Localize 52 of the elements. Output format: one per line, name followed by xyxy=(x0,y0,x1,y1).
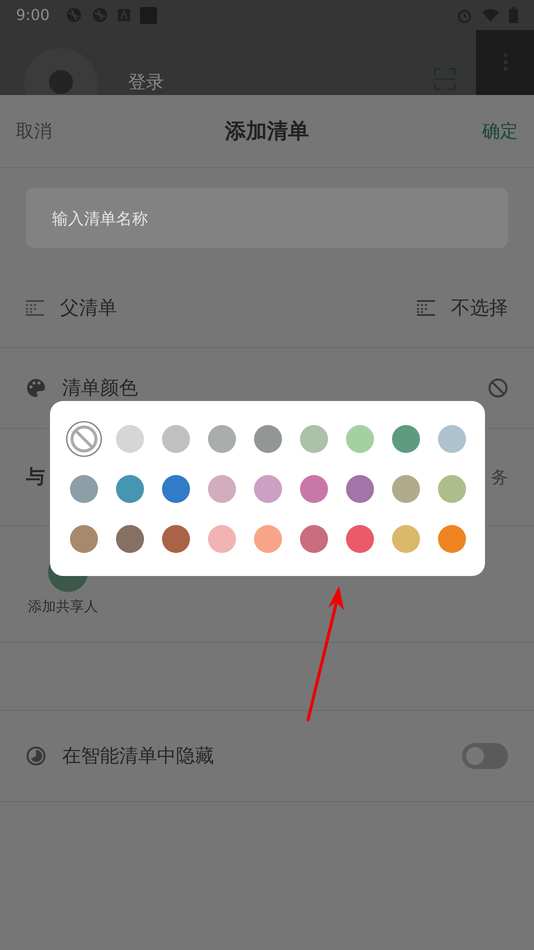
color-swatch[interactable] xyxy=(254,474,282,502)
status-time: 9:00 xyxy=(16,6,50,24)
add-sharer-label[interactable]: 添加共享人 xyxy=(28,598,506,616)
color-swatch[interactable] xyxy=(208,474,236,502)
palette-icon xyxy=(26,378,46,398)
app-icon xyxy=(92,7,108,23)
color-swatch[interactable] xyxy=(346,524,374,552)
color-swatch[interactable] xyxy=(392,424,420,452)
color-swatch[interactable] xyxy=(116,524,144,552)
color-swatch[interactable] xyxy=(162,424,190,452)
list-icon xyxy=(417,300,435,316)
square-icon xyxy=(140,6,157,24)
color-swatch[interactable] xyxy=(254,524,282,552)
keyboard-icon xyxy=(118,9,130,21)
sheet-title: 添加清单 xyxy=(225,118,309,145)
share-section-note: 务 xyxy=(491,466,508,488)
share-section-title: 与 xyxy=(26,465,45,490)
list-name-field[interactable]: 输入清单名称 xyxy=(26,188,508,248)
color-swatch[interactable] xyxy=(438,474,466,502)
color-swatch[interactable] xyxy=(346,424,374,452)
color-swatch[interactable] xyxy=(162,524,190,552)
color-swatch[interactable] xyxy=(438,524,466,552)
app-icon xyxy=(66,7,82,23)
color-swatch[interactable] xyxy=(392,524,420,552)
list-color-label: 清单颜色 xyxy=(62,376,138,401)
confirm-button[interactable]: 确定 xyxy=(482,119,518,143)
parent-list-value[interactable]: 不选择 xyxy=(451,294,508,320)
color-swatch[interactable] xyxy=(346,474,374,502)
color-swatch[interactable] xyxy=(162,474,190,502)
color-swatch[interactable] xyxy=(392,474,420,502)
wifi-icon xyxy=(482,8,499,22)
hide-in-smart-list-label: 在智能清单中隐藏 xyxy=(62,744,214,769)
color-swatch[interactable] xyxy=(70,524,98,552)
parent-list-label: 父清单 xyxy=(60,296,117,320)
no-color-option[interactable] xyxy=(66,420,102,456)
color-swatch[interactable] xyxy=(300,524,328,552)
color-swatch[interactable] xyxy=(300,474,328,502)
color-swatch[interactable] xyxy=(116,474,144,502)
color-swatch[interactable] xyxy=(208,424,236,452)
color-swatch[interactable] xyxy=(438,424,466,452)
alarm-icon xyxy=(457,8,472,22)
list-icon xyxy=(26,300,44,316)
color-swatch[interactable] xyxy=(70,474,98,502)
no-color-icon[interactable] xyxy=(488,378,508,398)
login-link[interactable]: 登录 xyxy=(128,72,164,94)
color-swatch[interactable] xyxy=(208,524,236,552)
color-swatch[interactable] xyxy=(300,424,328,452)
color-swatch[interactable] xyxy=(254,424,282,452)
color-swatch[interactable] xyxy=(116,424,144,452)
cancel-button[interactable]: 取消 xyxy=(16,119,52,143)
hide-toggle[interactable] xyxy=(462,743,508,769)
pie-icon xyxy=(26,746,46,766)
